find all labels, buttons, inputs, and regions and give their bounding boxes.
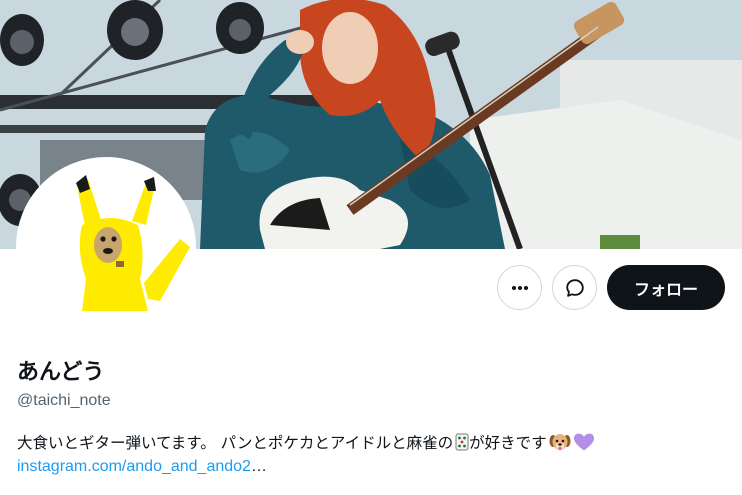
profile-bio: 大食いとギター弾いてます。 パンとポケカとアイドルと麻雀の が好きです — [17, 431, 595, 453]
profile-avatar[interactable] — [16, 157, 196, 337]
mahjong-tile-icon — [455, 433, 469, 451]
follow-button[interactable]: フォロー — [607, 265, 725, 310]
dog-face-icon — [549, 432, 571, 452]
profile-link-line: instagram.com/ando_and_ando2… — [17, 458, 267, 476]
more-icon — [511, 285, 528, 290]
more-button[interactable] — [497, 265, 542, 310]
avatar-drawing — [20, 161, 192, 333]
link-ellipsis: … — [250, 458, 267, 475]
message-icon — [565, 278, 584, 297]
user-handle: @taichi_note — [17, 392, 111, 409]
display-name: あんどう — [17, 360, 105, 385]
message-button[interactable] — [552, 265, 597, 310]
profile-link[interactable]: instagram.com/ando_and_ando2 — [17, 458, 251, 475]
bio-text: 大食いとギター弾いてます。 パンとポケカとアイドルと麻雀の — [17, 434, 454, 452]
bio-suffix: が好きです — [469, 434, 547, 452]
purple-heart-icon — [573, 432, 595, 452]
